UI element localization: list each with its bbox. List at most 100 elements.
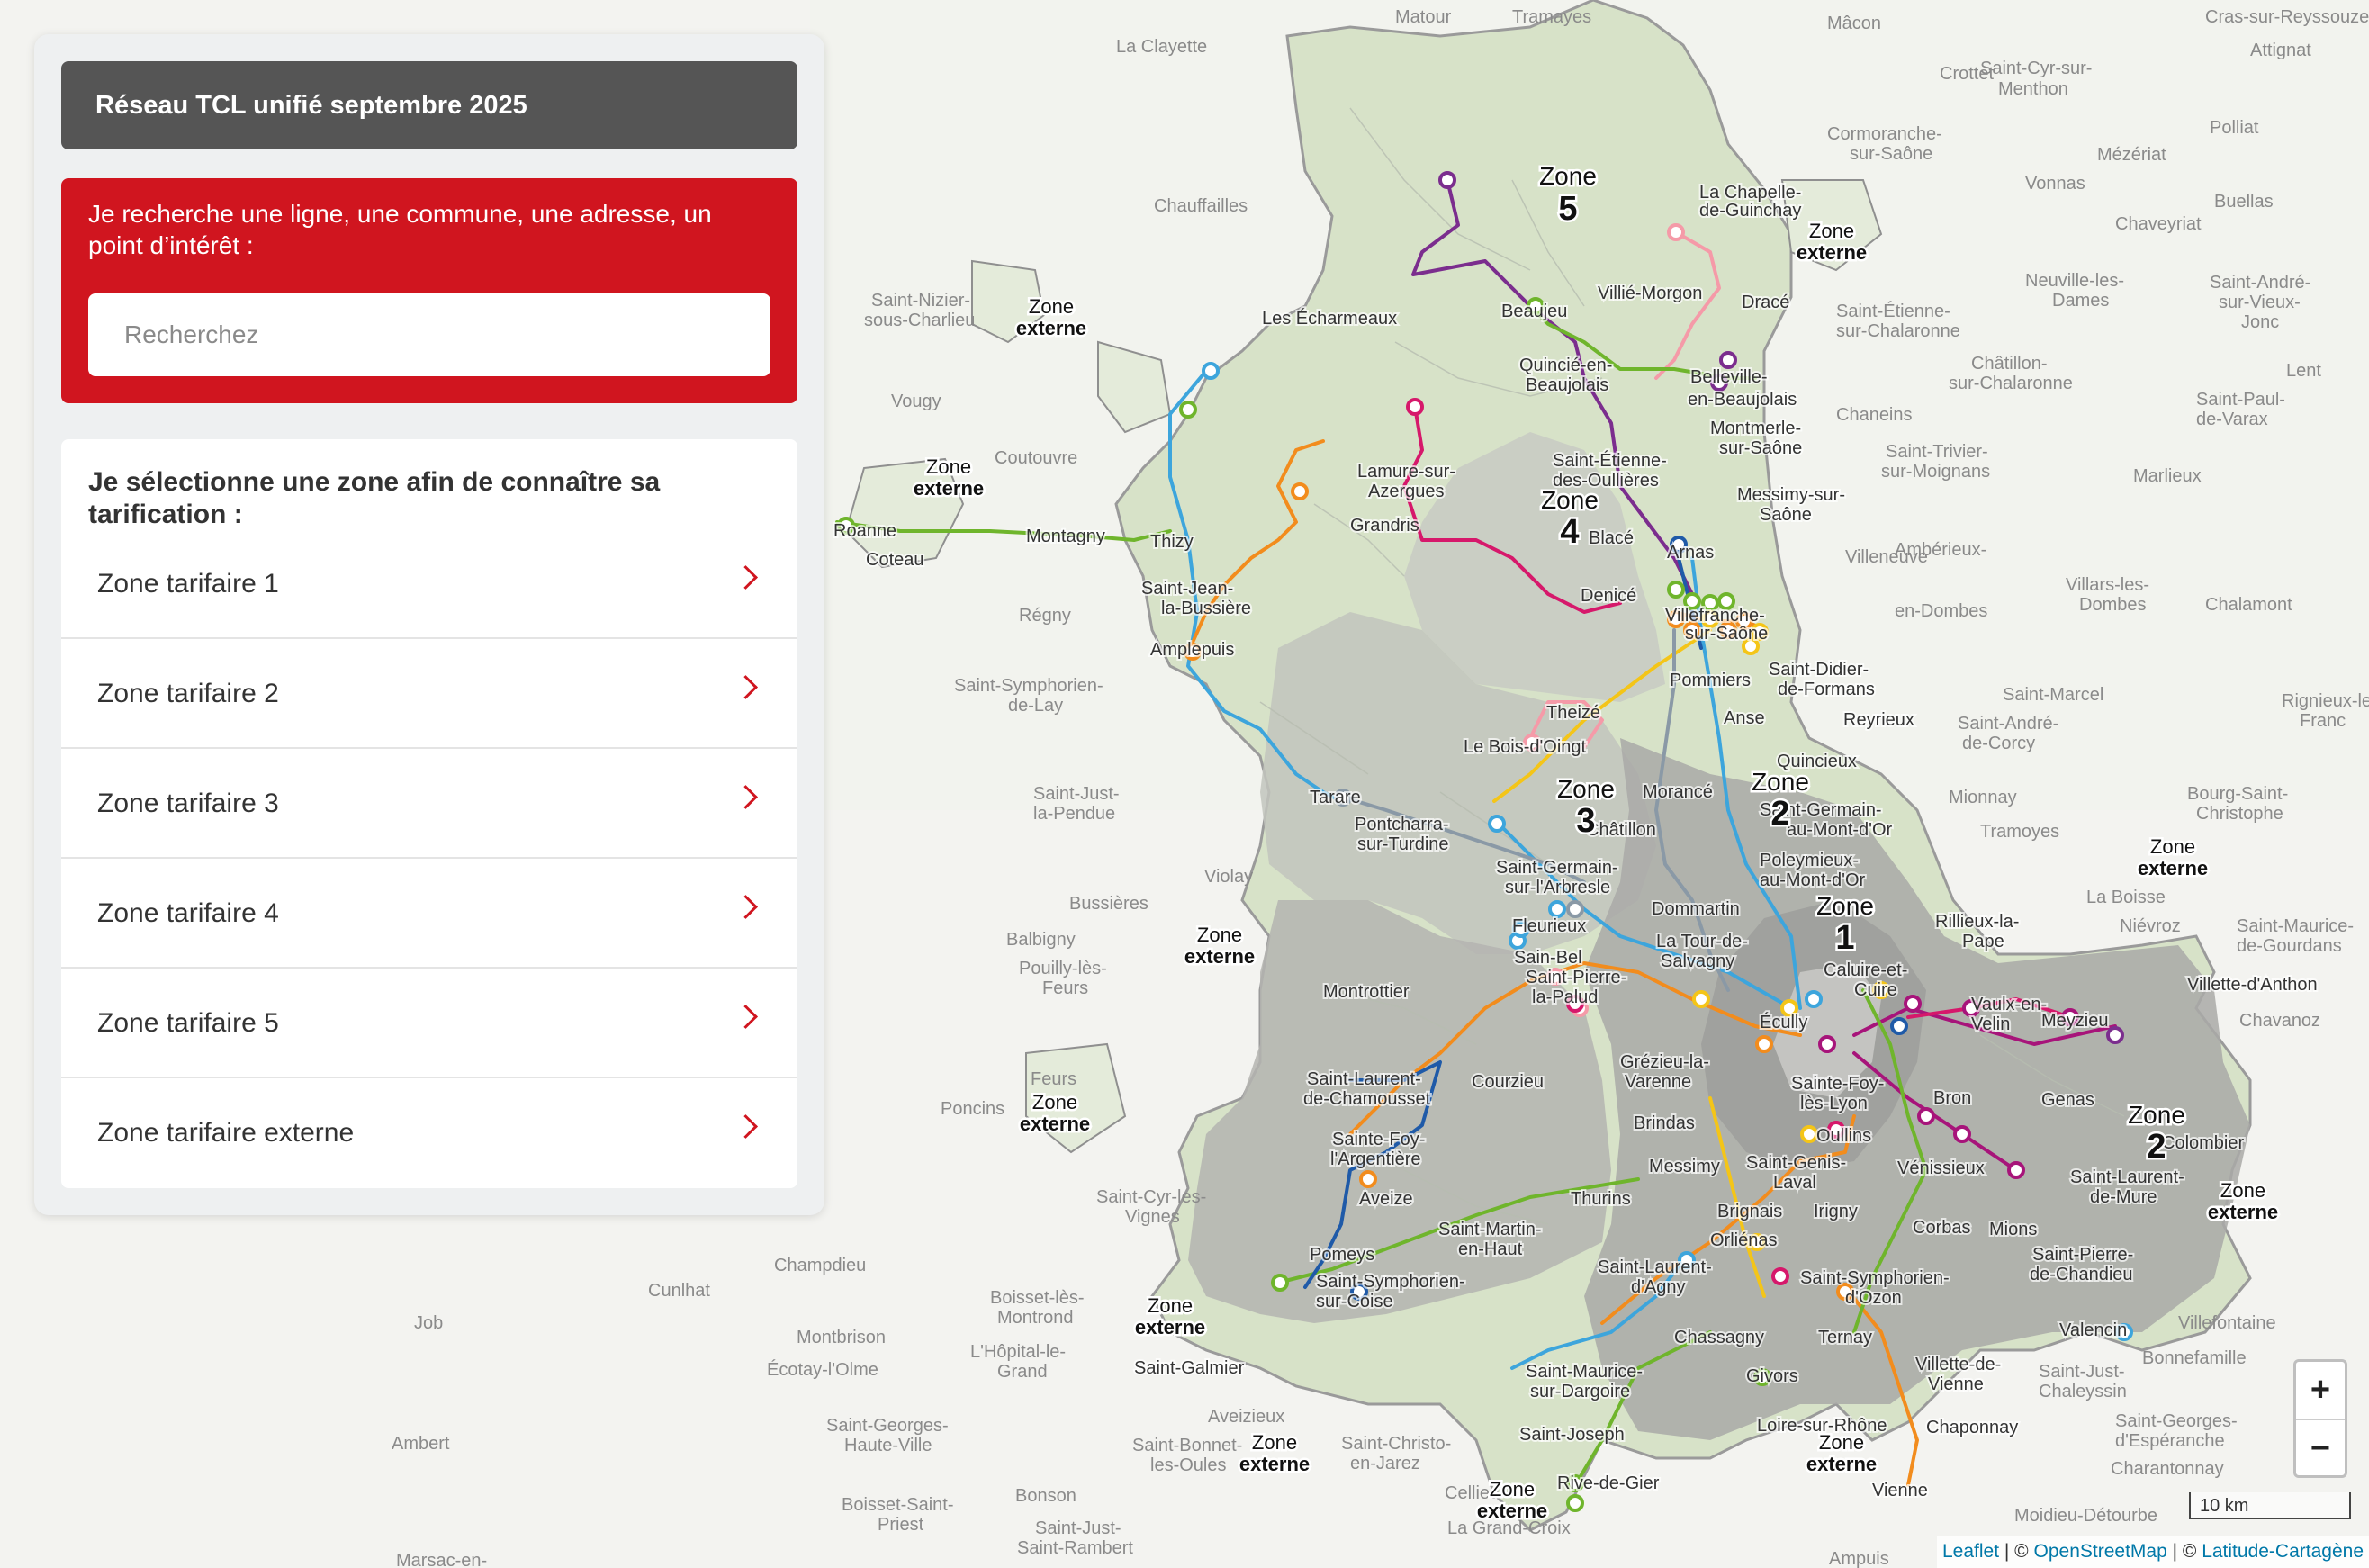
place-label: Ambérieux- — [1895, 540, 1986, 560]
place-label: Vignes — [1125, 1207, 1180, 1227]
town-label: Pape — [1962, 932, 2004, 951]
zone-item-external[interactable]: Zone tarifaire externe — [61, 1078, 797, 1188]
town-label: Varenne — [1625, 1072, 1691, 1092]
town-label: Châtillon — [1586, 820, 1656, 840]
place-label: Rignieux-le- — [2282, 691, 2369, 711]
place-label: Saint-Étienne- — [1836, 301, 1950, 321]
place-label: sur-Saône — [1850, 144, 1932, 164]
place-label: Boisset-lès- — [990, 1288, 1084, 1308]
town-label: Pommiers — [1670, 671, 1751, 690]
town-label: Grandris — [1350, 516, 1419, 536]
town-label: Roanne — [833, 521, 896, 541]
place-label: en-Jarez — [1350, 1454, 1420, 1473]
town-label: Poleymieux- — [1760, 851, 1859, 870]
town-label: Saint-Symphorien- — [1316, 1272, 1465, 1292]
place-label: Violay — [1204, 867, 1253, 887]
place-label: la-Pendue — [1033, 804, 1115, 824]
external-label-word: Zone — [1032, 1091, 1077, 1113]
attribution-separator: | © — [1999, 1541, 2034, 1562]
town-label: Velin — [1971, 1014, 2010, 1034]
place-label: Saint-Just- — [2039, 1362, 2125, 1382]
place-label: Chaleyssin — [2039, 1382, 2127, 1401]
town-label: Denicé — [1581, 586, 1636, 606]
zone-item-label: Zone tarifaire 4 — [97, 898, 279, 928]
external-label: externe — [1020, 1113, 1090, 1135]
zone-item-3[interactable]: Zone tarifaire 3 — [61, 749, 797, 859]
town-label: sur-l'Arbresle — [1505, 878, 1610, 897]
town-label: Quincié-en- — [1519, 356, 1612, 375]
external-label-word: Zone — [1029, 295, 1074, 318]
zone-item-2[interactable]: Zone tarifaire 2 — [61, 639, 797, 749]
place-label: Chalamont — [2205, 595, 2292, 615]
place-label: Feurs — [1031, 1069, 1076, 1089]
town-label: au-Mont-d'Or — [1760, 870, 1866, 890]
place-label: Poncins — [941, 1099, 1004, 1119]
place-label: Vougy — [891, 392, 941, 411]
town-label: Aveize — [1359, 1189, 1413, 1209]
place-label: Mâcon — [1827, 14, 1881, 33]
place-label: Saint-Symphorien- — [954, 676, 1103, 696]
latitude-cartagene-link[interactable]: Latitude-Cartagène — [2202, 1541, 2364, 1562]
town-label: la-Palud — [1532, 987, 1598, 1007]
place-label: sur-Vieux- — [2219, 293, 2301, 312]
place-label: Mionnay — [1949, 788, 2017, 807]
place-label: Saint-André- — [1958, 714, 2058, 734]
external-label: externe — [1184, 945, 1255, 968]
zoom-in-button[interactable]: + — [2296, 1362, 2345, 1420]
place-label: sur-Chalaronne — [1836, 321, 1960, 341]
search-input[interactable] — [88, 293, 770, 376]
town-label: Blacé — [1589, 528, 1634, 548]
town-label: en-Beaujolais — [1688, 390, 1797, 410]
place-label: Dombes — [2079, 595, 2146, 615]
place-label: Niévroz — [2120, 916, 2181, 936]
leaflet-link[interactable]: Leaflet — [1942, 1541, 1999, 1562]
place-label: Attignat — [2250, 41, 2311, 60]
town-label: Corbas — [1913, 1218, 1970, 1238]
place-label: Saint-Nizier- — [871, 291, 970, 311]
zone-item-5[interactable]: Zone tarifaire 5 — [61, 969, 797, 1078]
place-label: en-Dombes — [1895, 601, 1987, 621]
place-label: Châtillon- — [1971, 354, 2047, 374]
zone-label-number: 3 — [1576, 802, 1595, 840]
place-label: Moidieu-Détourbe — [2014, 1506, 2157, 1526]
town-label: sur-Coise — [1316, 1292, 1393, 1311]
town-label: Saint-Genis- — [1746, 1153, 1846, 1173]
chevron-right-icon — [734, 1114, 758, 1139]
place-label: Saint-Bonnet- — [1132, 1436, 1242, 1455]
zone-item-4[interactable]: Zone tarifaire 4 — [61, 859, 797, 969]
town-label: Vienne — [1872, 1481, 1928, 1500]
place-label: Ambert — [392, 1434, 450, 1454]
place-label: les-Oules — [1150, 1455, 1226, 1475]
town-label: Saint-Martin- — [1438, 1220, 1541, 1239]
external-label-word: Zone — [926, 455, 971, 478]
place-label: Haute-Ville — [844, 1436, 932, 1455]
town-label: Messimy — [1649, 1157, 1720, 1176]
town-label: Amplepuis — [1150, 640, 1234, 660]
town-label: Villefranche- — [1665, 606, 1765, 626]
zone-item-1[interactable]: Zone tarifaire 1 — [61, 529, 797, 639]
place-label: Grand — [997, 1362, 1048, 1382]
town-label: d'Ozon — [1845, 1288, 1902, 1308]
town-label: sur-Saône — [1685, 624, 1768, 644]
place-label: Matour — [1395, 7, 1452, 27]
town-label: Saint-Laurent- — [1598, 1257, 1712, 1277]
chevron-right-icon — [734, 895, 758, 919]
town-label: La Chapelle- — [1699, 183, 1801, 203]
town-label: Saint-Joseph — [1519, 1425, 1625, 1445]
place-label: de-Lay — [1008, 696, 1063, 716]
town-label: Dommartin — [1652, 899, 1740, 919]
zoom-out-button[interactable]: − — [2296, 1420, 2345, 1477]
zone-item-label: Zone tarifaire 2 — [97, 679, 279, 708]
place-label: de-Varax — [2196, 410, 2268, 429]
place-label: Aveizieux — [1208, 1407, 1284, 1427]
chevron-right-icon — [734, 785, 758, 809]
town-label: Morancé — [1643, 782, 1713, 802]
town-label: Reyrieux — [1843, 710, 1914, 730]
town-label: Villié-Morgon — [1598, 284, 1702, 303]
town-label: Valencin — [2059, 1320, 2127, 1340]
place-label: Boisset-Saint- — [842, 1495, 954, 1515]
town-label: La Tour-de- — [1656, 932, 1748, 951]
attribution-separator: | © — [2166, 1541, 2202, 1562]
openstreetmap-link[interactable]: OpenStreetMap — [2034, 1541, 2167, 1562]
town-label: Saint-Étienne- — [1553, 450, 1667, 471]
